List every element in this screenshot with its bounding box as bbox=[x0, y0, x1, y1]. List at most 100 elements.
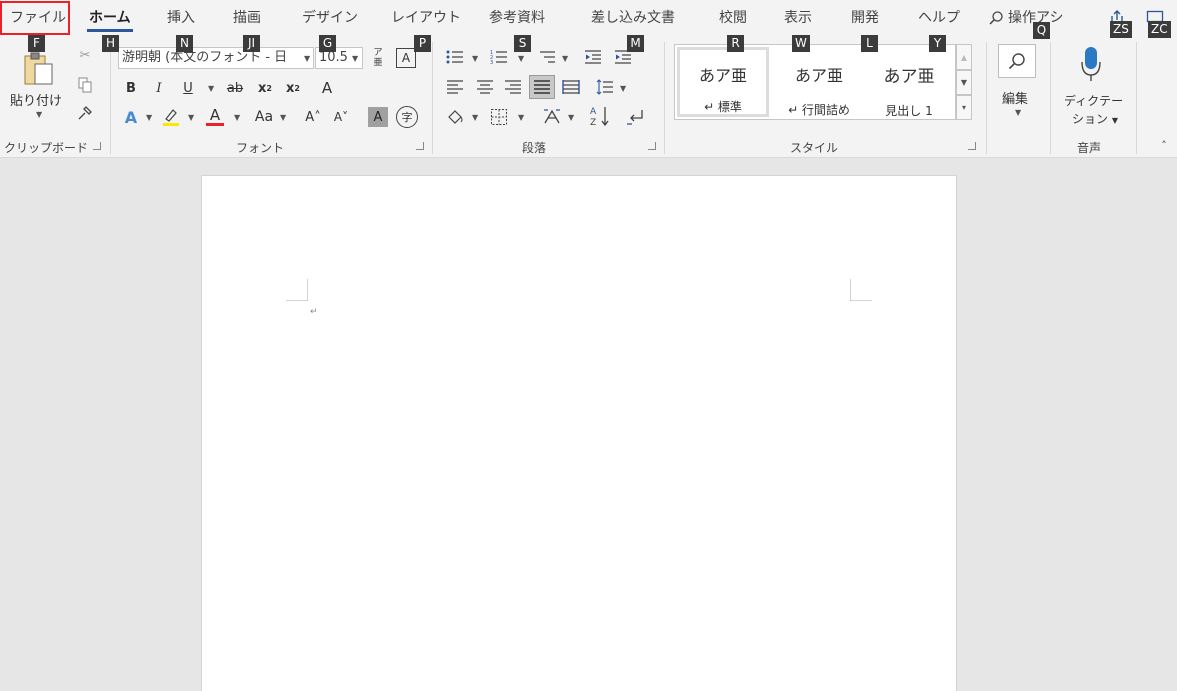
highlighter-icon[interactable] bbox=[160, 106, 182, 128]
paste-icon[interactable] bbox=[20, 48, 56, 88]
strikethrough-icon[interactable]: ab bbox=[224, 78, 246, 98]
style-heading1[interactable]: あア亜 見出し 1 bbox=[863, 47, 955, 118]
style-no-spacing[interactable]: あア亜 ↵ 行間詰め bbox=[773, 47, 865, 117]
gallery-scroll-up-icon[interactable]: ▲ bbox=[956, 44, 972, 70]
font-size-dropdown-icon[interactable]: ▼ bbox=[352, 54, 358, 63]
font-name-value: 游明朝 (本文のフォント - 日 bbox=[122, 50, 288, 65]
distributed-icon[interactable] bbox=[560, 76, 582, 98]
italic-icon[interactable]: I bbox=[150, 78, 168, 98]
style-gallery: あア亜 ↵ 標準 あア亜 ↵ 行間詰め あア亜 見出し 1 bbox=[674, 44, 956, 120]
format-painter-icon[interactable] bbox=[76, 104, 94, 122]
margin-corner-top-left bbox=[286, 279, 308, 301]
shrink-font-icon[interactable]: A˅ bbox=[330, 106, 352, 128]
dictate-button[interactable]: ディクテー bbox=[1064, 92, 1123, 109]
document-page[interactable]: ↵ bbox=[201, 175, 957, 691]
subscript-icon[interactable]: x2 bbox=[256, 78, 274, 98]
font-color-icon[interactable]: A bbox=[204, 104, 226, 128]
highlighter-dropdown-icon[interactable]: ▼ bbox=[188, 113, 194, 122]
styles-group-label: スタイル bbox=[790, 141, 839, 155]
dictate-button-line2[interactable]: ション ▼ bbox=[1072, 110, 1118, 127]
tell-me-search[interactable]: 操作アシ bbox=[988, 0, 1063, 36]
justify-icon[interactable] bbox=[529, 75, 555, 99]
align-left-icon[interactable] bbox=[444, 76, 466, 98]
grow-font-icon[interactable]: A˄ bbox=[302, 106, 324, 128]
tab-insert[interactable]: 挿入 bbox=[167, 0, 195, 36]
bold-icon[interactable]: B bbox=[122, 78, 140, 98]
sort-icon[interactable]: AZ bbox=[588, 104, 612, 128]
clipboard-launcher-icon[interactable] bbox=[93, 142, 101, 150]
styles-launcher-icon[interactable] bbox=[968, 142, 976, 150]
text-effects-dropdown-icon[interactable]: ▼ bbox=[146, 113, 152, 122]
borders-dropdown-icon[interactable]: ▼ bbox=[518, 113, 524, 122]
gallery-more-icon[interactable]: ▾ bbox=[956, 95, 972, 120]
ribbon: 貼り付け ▼ ✂ クリップボード 游明朝 (本文のフォント - 日 ▼ 10.5… bbox=[0, 36, 1177, 158]
numbering-dropdown-icon[interactable]: ▼ bbox=[518, 54, 524, 63]
multilevel-list-dropdown-icon[interactable]: ▼ bbox=[562, 54, 568, 63]
superscript-icon[interactable]: x2 bbox=[284, 78, 302, 98]
microphone-icon[interactable] bbox=[1077, 44, 1105, 84]
editing-dropdown-icon[interactable]: ▼ bbox=[1015, 108, 1021, 117]
tab-design[interactable]: デザイン bbox=[302, 0, 358, 36]
voice-group-label: 音声 bbox=[1077, 141, 1102, 155]
multilevel-list-icon[interactable] bbox=[536, 46, 558, 68]
tab-file[interactable]: ファイル bbox=[0, 1, 70, 35]
font-name-dropdown-icon[interactable]: ▼ bbox=[304, 54, 310, 63]
text-effects-icon[interactable]: A bbox=[120, 106, 142, 128]
collapse-ribbon-icon[interactable]: ˄ bbox=[1156, 138, 1172, 152]
shading-dropdown-icon[interactable]: ▼ bbox=[472, 113, 478, 122]
character-shading-icon[interactable]: A bbox=[368, 107, 388, 127]
keytip-insert: N bbox=[176, 35, 193, 52]
dictate-dropdown-icon[interactable]: ▼ bbox=[1112, 116, 1118, 125]
style-normal[interactable]: あア亜 ↵ 標準 bbox=[677, 47, 769, 117]
line-spacing-dropdown-icon[interactable]: ▼ bbox=[620, 84, 626, 93]
cut-icon[interactable]: ✂ bbox=[76, 46, 94, 64]
tab-home[interactable]: ホーム bbox=[87, 0, 133, 36]
font-launcher-icon[interactable] bbox=[416, 142, 424, 150]
bullets-icon[interactable] bbox=[444, 46, 466, 68]
paste-button[interactable]: 貼り付け bbox=[10, 90, 62, 109]
style-normal-name: ↵ 標準 bbox=[704, 100, 742, 114]
tab-review[interactable]: 校閲 bbox=[719, 0, 747, 36]
keytip-layout: P bbox=[414, 35, 431, 52]
underline-icon[interactable]: U bbox=[179, 78, 197, 98]
align-right-icon[interactable] bbox=[502, 76, 524, 98]
style-no-spacing-preview: あア亜 bbox=[794, 66, 843, 85]
change-case-dropdown-icon[interactable]: ▼ bbox=[280, 113, 286, 122]
enclosed-characters-icon[interactable]: 字 bbox=[396, 106, 418, 128]
asian-layout-icon[interactable] bbox=[540, 106, 564, 128]
change-case-icon[interactable]: Aa bbox=[250, 106, 278, 128]
find-icon[interactable] bbox=[998, 44, 1036, 78]
keytip-file: F bbox=[28, 35, 45, 52]
copy-icon[interactable] bbox=[76, 76, 94, 94]
underline-dropdown-icon[interactable]: ▼ bbox=[208, 84, 214, 93]
decrease-indent-icon[interactable] bbox=[582, 46, 604, 68]
tab-layout[interactable]: レイアウト bbox=[391, 0, 461, 36]
tab-mailings[interactable]: 差し込み文書 bbox=[591, 0, 675, 36]
bullets-dropdown-icon[interactable]: ▼ bbox=[472, 54, 478, 63]
tab-developer[interactable]: 開発 bbox=[851, 0, 879, 36]
tab-help[interactable]: ヘルプ bbox=[918, 0, 960, 36]
align-center-icon[interactable] bbox=[474, 76, 496, 98]
line-spacing-icon[interactable] bbox=[594, 76, 616, 98]
borders-icon[interactable] bbox=[488, 106, 510, 128]
font-color-dropdown-icon[interactable]: ▼ bbox=[234, 113, 240, 122]
style-heading1-name: 見出し 1 bbox=[885, 104, 933, 118]
clear-formatting-icon[interactable]: A bbox=[316, 78, 338, 98]
gallery-scroll-down-icon[interactable]: ▼ bbox=[956, 70, 972, 95]
paste-dropdown-icon[interactable]: ▼ bbox=[36, 110, 42, 119]
shading-icon[interactable] bbox=[444, 106, 466, 128]
editing-button[interactable]: 編集 bbox=[1002, 88, 1028, 107]
tab-draw[interactable]: 描画 bbox=[233, 0, 261, 36]
paragraph-mark-icon: ↵ bbox=[310, 307, 318, 317]
ribbon-tab-bar: ファイル ホーム 挿入 描画 デザイン レイアウト 参考資料 差し込み文書 校閲… bbox=[0, 0, 1177, 36]
phonetic-guide-icon[interactable]: ア亜 bbox=[370, 46, 386, 70]
numbering-icon[interactable]: 123 bbox=[488, 46, 510, 68]
asian-layout-dropdown-icon[interactable]: ▼ bbox=[568, 113, 574, 122]
font-name-combo[interactable]: 游明朝 (本文のフォント - 日 bbox=[118, 47, 314, 69]
character-border-icon[interactable]: A bbox=[396, 48, 416, 68]
tab-view[interactable]: 表示 bbox=[784, 0, 812, 36]
keytip-design: G bbox=[319, 35, 336, 52]
show-paragraph-marks-icon[interactable] bbox=[624, 106, 648, 128]
tab-references[interactable]: 参考資料 bbox=[489, 0, 545, 36]
paragraph-launcher-icon[interactable] bbox=[648, 142, 656, 150]
